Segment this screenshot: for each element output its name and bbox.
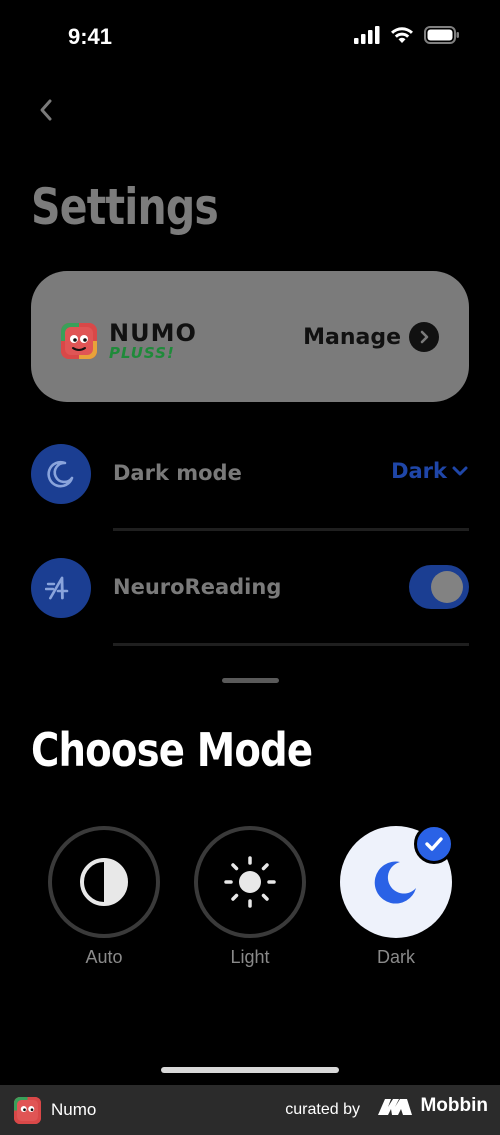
dark-mode-select[interactable]: Dark bbox=[391, 459, 469, 483]
cellular-signal-icon bbox=[354, 26, 380, 44]
numo-plus-wordmark: NUMO PLUSS! bbox=[109, 321, 197, 361]
toggle-knob bbox=[431, 571, 463, 603]
back-button[interactable] bbox=[30, 92, 62, 128]
chevron-right-circle-icon bbox=[409, 322, 439, 352]
settings-row-dark-mode[interactable]: Dark mode Dark bbox=[31, 444, 469, 504]
neuroreading-toggle[interactable] bbox=[409, 565, 469, 609]
mode-label-dark: Dark bbox=[376, 947, 415, 967]
chevron-down-icon bbox=[452, 466, 468, 476]
status-time: 9:41 bbox=[68, 24, 113, 49]
sheet-drag-handle[interactable] bbox=[222, 678, 279, 683]
status-icons bbox=[354, 26, 460, 44]
page-title: Settings bbox=[31, 178, 219, 236]
mode-option-dark[interactable]: Dark bbox=[340, 824, 454, 967]
status-bar: 9:41 bbox=[0, 0, 500, 70]
mode-label-light: Light bbox=[230, 947, 270, 967]
dark-mode-label: Dark mode bbox=[113, 461, 242, 485]
settings-row-neuroreading[interactable]: NeuroReading bbox=[31, 558, 469, 618]
half-circle-icon bbox=[80, 858, 128, 906]
moon-icon bbox=[374, 861, 416, 904]
mode-label-auto: Auto bbox=[85, 947, 123, 967]
row-divider bbox=[113, 528, 469, 531]
moon-icon bbox=[31, 444, 91, 504]
home-indicator[interactable] bbox=[161, 1067, 339, 1073]
mode-option-light[interactable]: Light bbox=[194, 826, 306, 967]
numo-plus-logo bbox=[61, 323, 97, 359]
brand-line-1: NUMO bbox=[109, 319, 197, 347]
attribution-footer: Numo curated by Mobbin bbox=[0, 1085, 500, 1135]
selected-check-badge bbox=[414, 824, 454, 864]
footer-brand-name: Mobbin bbox=[420, 1095, 488, 1116]
mode-option-auto[interactable]: Auto bbox=[48, 826, 160, 967]
neuroreading-icon bbox=[31, 558, 91, 618]
manage-button[interactable]: Manage bbox=[303, 322, 439, 352]
manage-label: Manage bbox=[303, 324, 401, 350]
row-divider bbox=[113, 643, 469, 646]
footer-curated-by: curated by bbox=[285, 1101, 360, 1118]
wifi-icon bbox=[391, 27, 413, 43]
chevron-left-icon bbox=[40, 99, 52, 121]
dark-mode-value: Dark bbox=[391, 459, 447, 483]
sun-icon bbox=[224, 856, 276, 908]
mobbin-logo-icon bbox=[378, 1099, 413, 1115]
sheet-title: Choose Mode bbox=[31, 723, 313, 777]
footer-app-name: Numo bbox=[51, 1100, 97, 1119]
numo-app-icon bbox=[14, 1097, 41, 1124]
checkmark-icon bbox=[425, 837, 443, 851]
mode-circle-auto[interactable] bbox=[48, 826, 160, 938]
battery-icon bbox=[424, 26, 459, 44]
brand-line-2: PLUSS! bbox=[109, 344, 175, 362]
neuroreading-label: NeuroReading bbox=[113, 575, 282, 599]
mode-circle-light[interactable] bbox=[194, 826, 306, 938]
mobbin-brand: Mobbin bbox=[376, 1095, 488, 1117]
numo-plus-card[interactable]: NUMO PLUSS! Manage bbox=[31, 271, 469, 402]
